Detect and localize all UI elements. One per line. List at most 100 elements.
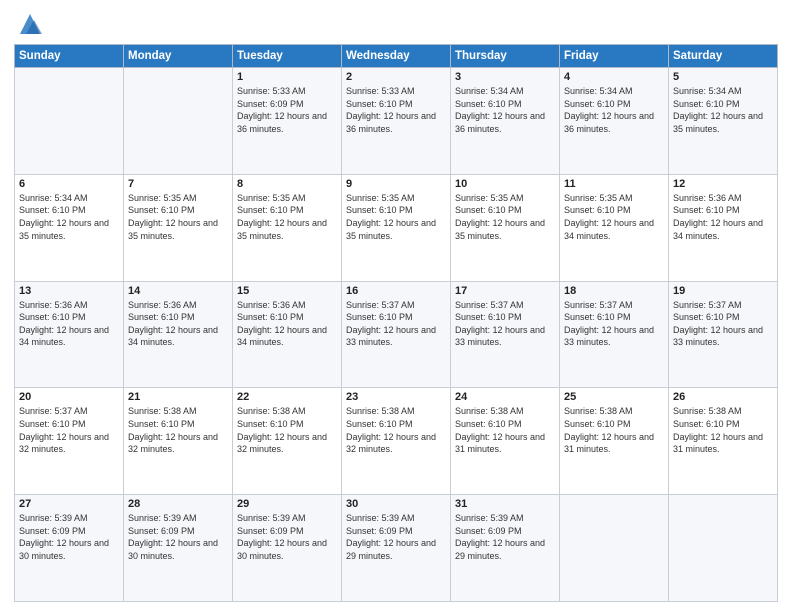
calendar-cell [669,495,778,602]
day-number: 22 [237,391,337,403]
calendar-cell: 9 Sunrise: 5:35 AM Sunset: 6:10 PM Daylig… [342,174,451,281]
day-info: Sunrise: 5:33 AM Sunset: 6:10 PM Dayligh… [346,85,446,135]
calendar-cell: 25 Sunrise: 5:38 AM Sunset: 6:10 PM Dayli… [560,388,669,495]
day-info: Sunrise: 5:36 AM Sunset: 6:10 PM Dayligh… [128,299,228,349]
calendar-cell [560,495,669,602]
day-number: 11 [564,178,664,190]
day-number: 31 [455,498,555,510]
calendar-cell: 20Sunrise: 5:37 AM Sunset: 6:10 PM Dayli… [15,388,124,495]
calendar-week-2: 6 Sunrise: 5:34 AM Sunset: 6:10 PM Daylig… [15,174,778,281]
calendar-cell: 7 Sunrise: 5:35 AM Sunset: 6:10 PM Daylig… [124,174,233,281]
day-info: Sunrise: 5:37 AM Sunset: 6:10 PM Dayligh… [455,299,555,349]
day-number: 17 [455,285,555,297]
calendar-header-wednesday: Wednesday [342,45,451,68]
calendar-cell: 8 Sunrise: 5:35 AM Sunset: 6:10 PM Daylig… [233,174,342,281]
day-info: Sunrise: 5:39 AM Sunset: 6:09 PM Dayligh… [19,512,119,562]
day-number: 12 [673,178,773,190]
day-info: Sunrise: 5:38 AM Sunset: 6:10 PM Dayligh… [346,405,446,455]
day-info: Sunrise: 5:36 AM Sunset: 6:10 PM Dayligh… [237,299,337,349]
calendar-header-monday: Monday [124,45,233,68]
day-info: Sunrise: 5:36 AM Sunset: 6:10 PM Dayligh… [19,299,119,349]
calendar-cell: 30Sunrise: 5:39 AM Sunset: 6:09 PM Dayli… [342,495,451,602]
calendar-cell: 3 Sunrise: 5:34 AM Sunset: 6:10 PM Daylig… [451,68,560,175]
day-info: Sunrise: 5:38 AM Sunset: 6:10 PM Dayligh… [673,405,773,455]
calendar-cell: 5 Sunrise: 5:34 AM Sunset: 6:10 PM Daylig… [669,68,778,175]
day-number: 1 [237,71,337,83]
calendar-cell: 6 Sunrise: 5:34 AM Sunset: 6:10 PM Daylig… [15,174,124,281]
day-info: Sunrise: 5:34 AM Sunset: 6:10 PM Dayligh… [19,192,119,242]
calendar-cell: 17 Sunrise: 5:37 AM Sunset: 6:10 PM Dayli… [451,281,560,388]
calendar-cell: 11 Sunrise: 5:35 AM Sunset: 6:10 PM Dayli… [560,174,669,281]
day-info: Sunrise: 5:34 AM Sunset: 6:10 PM Dayligh… [455,85,555,135]
day-number: 4 [564,71,664,83]
calendar-cell: 22 Sunrise: 5:38 AM Sunset: 6:10 PM Dayli… [233,388,342,495]
calendar-cell: 13 Sunrise: 5:36 AM Sunset: 6:10 PM Dayli… [15,281,124,388]
day-number: 24 [455,391,555,403]
day-info: Sunrise: 5:38 AM Sunset: 6:10 PM Dayligh… [237,405,337,455]
calendar-cell: 2 Sunrise: 5:33 AM Sunset: 6:10 PM Daylig… [342,68,451,175]
day-number: 5 [673,71,773,83]
day-info: Sunrise: 5:35 AM Sunset: 6:10 PM Dayligh… [128,192,228,242]
day-number: 6 [19,178,119,190]
day-info: Sunrise: 5:39 AM Sunset: 6:09 PM Dayligh… [455,512,555,562]
day-info: Sunrise: 5:34 AM Sunset: 6:10 PM Dayligh… [564,85,664,135]
calendar-cell: 1 Sunrise: 5:33 AM Sunset: 6:09 PM Daylig… [233,68,342,175]
calendar-cell: 12 Sunrise: 5:36 AM Sunset: 6:10 PM Dayli… [669,174,778,281]
day-info: Sunrise: 5:37 AM Sunset: 6:10 PM Dayligh… [564,299,664,349]
day-info: Sunrise: 5:36 AM Sunset: 6:10 PM Dayligh… [673,192,773,242]
calendar: SundayMondayTuesdayWednesdayThursdayFrid… [14,44,778,602]
day-number: 28 [128,498,228,510]
calendar-week-1: 1 Sunrise: 5:33 AM Sunset: 6:09 PM Daylig… [15,68,778,175]
day-number: 18 [564,285,664,297]
calendar-cell: 19Sunrise: 5:37 AM Sunset: 6:10 PM Dayli… [669,281,778,388]
day-info: Sunrise: 5:39 AM Sunset: 6:09 PM Dayligh… [128,512,228,562]
day-info: Sunrise: 5:35 AM Sunset: 6:10 PM Dayligh… [346,192,446,242]
calendar-header-saturday: Saturday [669,45,778,68]
day-number: 2 [346,71,446,83]
day-number: 27 [19,498,119,510]
day-number: 20 [19,391,119,403]
day-number: 23 [346,391,446,403]
calendar-cell: 27 Sunrise: 5:39 AM Sunset: 6:09 PM Dayli… [15,495,124,602]
calendar-cell: 24 Sunrise: 5:38 AM Sunset: 6:10 PM Dayli… [451,388,560,495]
day-number: 29 [237,498,337,510]
day-info: Sunrise: 5:35 AM Sunset: 6:10 PM Dayligh… [564,192,664,242]
day-info: Sunrise: 5:37 AM Sunset: 6:10 PM Dayligh… [673,299,773,349]
calendar-cell: 14Sunrise: 5:36 AM Sunset: 6:10 PM Dayli… [124,281,233,388]
logo [14,10,44,38]
calendar-cell: 16Sunrise: 5:37 AM Sunset: 6:10 PM Dayli… [342,281,451,388]
day-info: Sunrise: 5:38 AM Sunset: 6:10 PM Dayligh… [128,405,228,455]
day-number: 25 [564,391,664,403]
day-number: 16 [346,285,446,297]
day-info: Sunrise: 5:38 AM Sunset: 6:10 PM Dayligh… [564,405,664,455]
day-number: 26 [673,391,773,403]
day-number: 8 [237,178,337,190]
calendar-cell: 29Sunrise: 5:39 AM Sunset: 6:09 PM Dayli… [233,495,342,602]
calendar-cell: 28 Sunrise: 5:39 AM Sunset: 6:09 PM Dayli… [124,495,233,602]
calendar-cell: 10 Sunrise: 5:35 AM Sunset: 6:10 PM Dayli… [451,174,560,281]
day-info: Sunrise: 5:33 AM Sunset: 6:09 PM Dayligh… [237,85,337,135]
day-info: Sunrise: 5:38 AM Sunset: 6:10 PM Dayligh… [455,405,555,455]
calendar-cell: 26 Sunrise: 5:38 AM Sunset: 6:10 PM Dayli… [669,388,778,495]
day-number: 9 [346,178,446,190]
day-number: 13 [19,285,119,297]
day-number: 3 [455,71,555,83]
day-number: 21 [128,391,228,403]
calendar-header-friday: Friday [560,45,669,68]
calendar-week-4: 20Sunrise: 5:37 AM Sunset: 6:10 PM Dayli… [15,388,778,495]
calendar-cell [15,68,124,175]
day-number: 30 [346,498,446,510]
calendar-cell: 18 Sunrise: 5:37 AM Sunset: 6:10 PM Dayli… [560,281,669,388]
day-number: 7 [128,178,228,190]
calendar-cell: 4 Sunrise: 5:34 AM Sunset: 6:10 PM Daylig… [560,68,669,175]
calendar-week-5: 27 Sunrise: 5:39 AM Sunset: 6:09 PM Dayli… [15,495,778,602]
day-number: 15 [237,285,337,297]
day-number: 10 [455,178,555,190]
day-info: Sunrise: 5:35 AM Sunset: 6:10 PM Dayligh… [237,192,337,242]
day-info: Sunrise: 5:34 AM Sunset: 6:10 PM Dayligh… [673,85,773,135]
calendar-header-sunday: Sunday [15,45,124,68]
calendar-cell: 21 Sunrise: 5:38 AM Sunset: 6:10 PM Dayli… [124,388,233,495]
day-info: Sunrise: 5:35 AM Sunset: 6:10 PM Dayligh… [455,192,555,242]
calendar-cell: 31 Sunrise: 5:39 AM Sunset: 6:09 PM Dayli… [451,495,560,602]
calendar-week-3: 13 Sunrise: 5:36 AM Sunset: 6:10 PM Dayli… [15,281,778,388]
